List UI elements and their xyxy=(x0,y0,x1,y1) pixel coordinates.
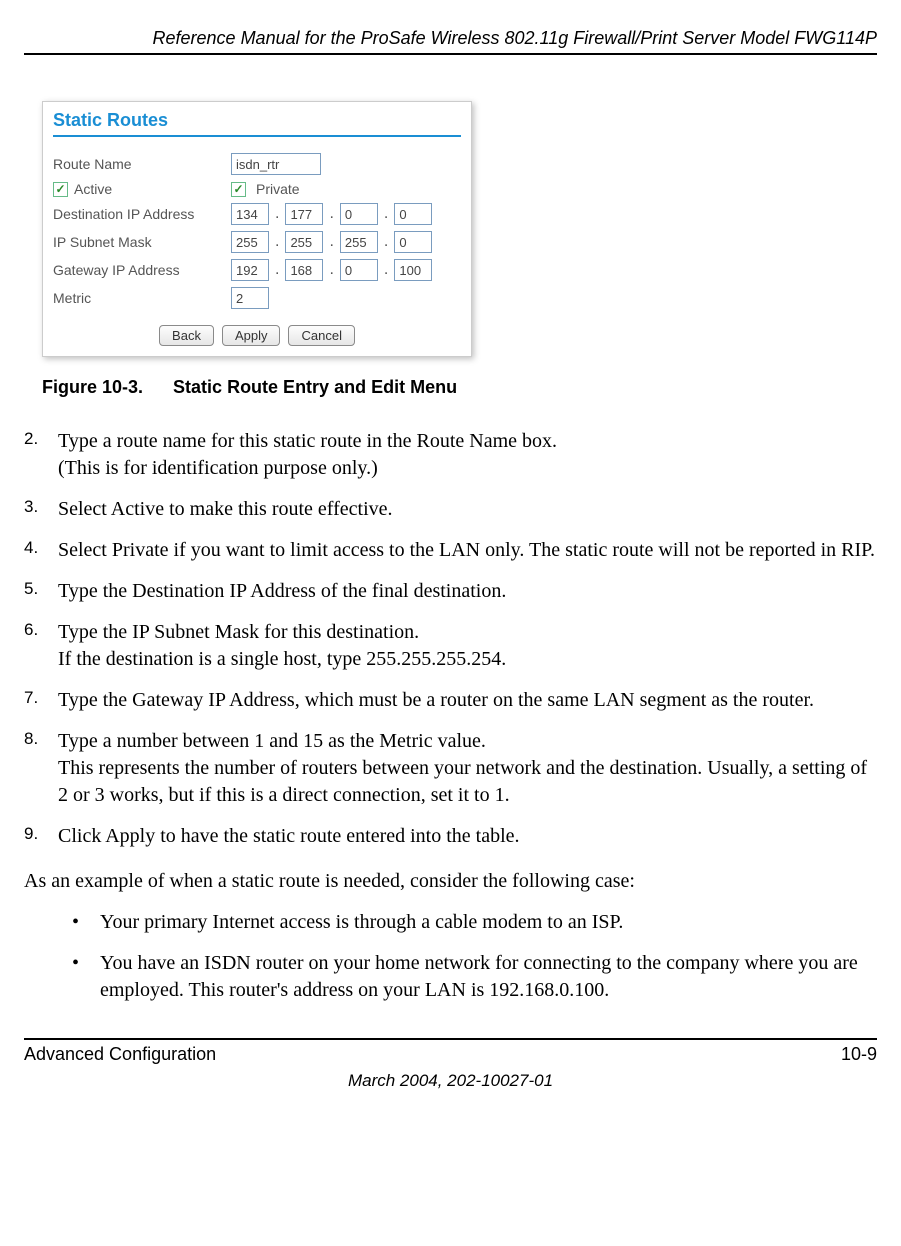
dest-ip-octet-3[interactable]: 0 xyxy=(340,203,378,225)
cancel-button[interactable]: Cancel xyxy=(288,325,354,346)
step-number: 2. xyxy=(24,428,58,482)
gateway-row: Gateway IP Address 192. 168. 0. 100 xyxy=(53,259,461,281)
list-item: 8.Type a number between 1 and 15 as the … xyxy=(24,728,877,809)
metric-field[interactable]: 2 xyxy=(231,287,269,309)
ip-dot: . xyxy=(384,261,388,279)
subnet-octet-1[interactable]: 255 xyxy=(231,231,269,253)
step-text: Select Private if you want to limit acce… xyxy=(58,537,877,564)
route-name-row: Route Name isdn_rtr xyxy=(53,153,461,175)
step-text: Type a number between 1 and 15 as the Me… xyxy=(58,728,877,809)
list-item: 7.Type the Gateway IP Address, which mus… xyxy=(24,687,877,714)
list-item: 2.Type a route name for this static rout… xyxy=(24,428,877,482)
private-checkbox[interactable]: ✓ xyxy=(231,182,246,197)
route-name-field[interactable]: isdn_rtr xyxy=(231,153,321,175)
list-item: 3.Select Active to make this route effec… xyxy=(24,496,877,523)
button-row: Back Apply Cancel xyxy=(53,325,461,346)
ip-dot: . xyxy=(329,261,333,279)
gateway-octet-2[interactable]: 168 xyxy=(285,259,323,281)
list-item: 6.Type the IP Subnet Mask for this desti… xyxy=(24,619,877,673)
ip-dot: . xyxy=(275,233,279,251)
apply-button[interactable]: Apply xyxy=(222,325,281,346)
ip-dot: . xyxy=(384,233,388,251)
panel-rule xyxy=(53,135,461,137)
bullet-text: You have an ISDN router on your home net… xyxy=(100,950,877,1004)
active-group: ✓ Active xyxy=(53,181,227,197)
figure-caption-label: Figure 10-3. xyxy=(42,377,143,397)
panel-title: Static Routes xyxy=(53,110,461,131)
list-item: 5.Type the Destination IP Address of the… xyxy=(24,578,877,605)
step-text: Type the Gateway IP Address, which must … xyxy=(58,687,877,714)
active-label: Active xyxy=(74,181,112,197)
figure-caption-text: Static Route Entry and Edit Menu xyxy=(173,377,457,397)
footer-left: Advanced Configuration xyxy=(24,1044,216,1065)
ip-dot: . xyxy=(384,205,388,223)
step-number: 8. xyxy=(24,728,58,809)
example-bullets: Your primary Internet access is through … xyxy=(72,909,877,1004)
gateway-octet-4[interactable]: 100 xyxy=(394,259,432,281)
step-number: 9. xyxy=(24,823,58,850)
dest-ip-octet-2[interactable]: 177 xyxy=(285,203,323,225)
gateway-label: Gateway IP Address xyxy=(53,262,227,278)
checkbox-row: ✓ Active ✓ Private xyxy=(53,181,461,197)
dest-ip-octet-1[interactable]: 134 xyxy=(231,203,269,225)
metric-label: Metric xyxy=(53,290,227,306)
footer-right: 10-9 xyxy=(841,1044,877,1065)
dest-ip-row: Destination IP Address 134. 177. 0. 0 xyxy=(53,203,461,225)
active-checkbox[interactable]: ✓ xyxy=(53,182,68,197)
step-text: Click Apply to have the static route ent… xyxy=(58,823,877,850)
step-text: Select Active to make this route effecti… xyxy=(58,496,877,523)
step-number: 5. xyxy=(24,578,58,605)
figure-container: Static Routes Route Name isdn_rtr ✓ Acti… xyxy=(42,101,877,398)
gateway-octet-1[interactable]: 192 xyxy=(231,259,269,281)
ip-dot: . xyxy=(275,261,279,279)
static-routes-screenshot: Static Routes Route Name isdn_rtr ✓ Acti… xyxy=(42,101,472,357)
header-rule xyxy=(24,53,877,55)
bullet-text: Your primary Internet access is through … xyxy=(100,909,623,936)
list-item: You have an ISDN router on your home net… xyxy=(72,950,877,1004)
page-header-title: Reference Manual for the ProSafe Wireles… xyxy=(24,28,877,49)
list-item: 9.Click Apply to have the static route e… xyxy=(24,823,877,850)
ip-dot: . xyxy=(329,233,333,251)
step-number: 4. xyxy=(24,537,58,564)
ip-dot: . xyxy=(275,205,279,223)
step-number: 6. xyxy=(24,619,58,673)
steps-list: 2.Type a route name for this static rout… xyxy=(24,428,877,850)
subnet-octet-3[interactable]: 255 xyxy=(340,231,378,253)
example-intro: As an example of when a static route is … xyxy=(24,868,877,895)
ip-dot: . xyxy=(329,205,333,223)
subnet-octet-2[interactable]: 255 xyxy=(285,231,323,253)
list-item: Your primary Internet access is through … xyxy=(72,909,877,936)
private-label: Private xyxy=(256,181,300,197)
subnet-row: IP Subnet Mask 255. 255. 255. 0 xyxy=(53,231,461,253)
dest-ip-octet-4[interactable]: 0 xyxy=(394,203,432,225)
step-text: Type a route name for this static route … xyxy=(58,428,877,482)
step-number: 3. xyxy=(24,496,58,523)
footer-rule xyxy=(24,1038,877,1040)
footer-row: Advanced Configuration 10-9 xyxy=(24,1044,877,1065)
list-item: 4.Select Private if you want to limit ac… xyxy=(24,537,877,564)
dest-ip-label: Destination IP Address xyxy=(53,206,227,222)
metric-row: Metric 2 xyxy=(53,287,461,309)
route-name-label: Route Name xyxy=(53,156,227,172)
step-number: 7. xyxy=(24,687,58,714)
back-button[interactable]: Back xyxy=(159,325,214,346)
subnet-octet-4[interactable]: 0 xyxy=(394,231,432,253)
footer-date: March 2004, 202-10027-01 xyxy=(24,1071,877,1091)
step-text: Type the IP Subnet Mask for this destina… xyxy=(58,619,877,673)
gateway-octet-3[interactable]: 0 xyxy=(340,259,378,281)
subnet-label: IP Subnet Mask xyxy=(53,234,227,250)
figure-caption: Figure 10-3. Static Route Entry and Edit… xyxy=(42,377,877,398)
step-text: Type the Destination IP Address of the f… xyxy=(58,578,877,605)
